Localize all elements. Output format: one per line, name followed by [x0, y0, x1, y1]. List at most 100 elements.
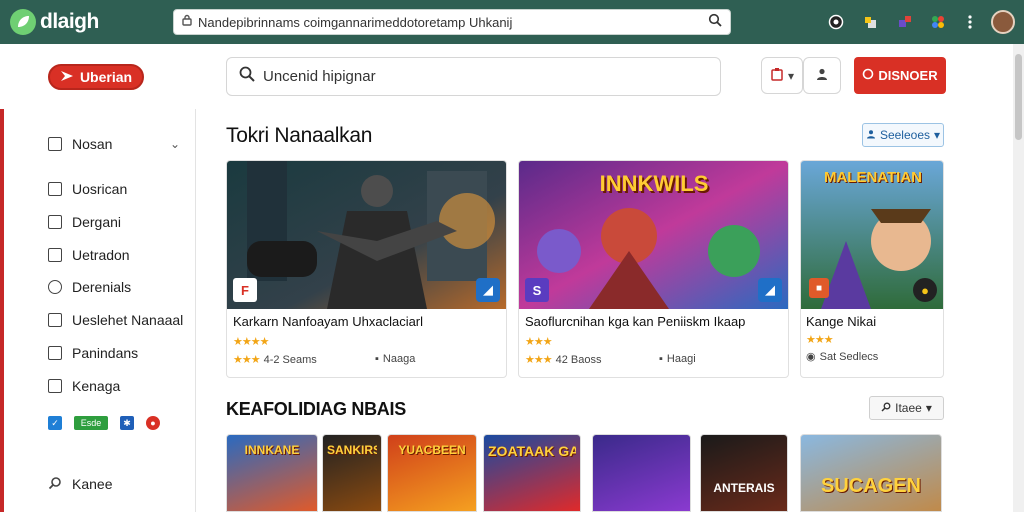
url-text: Nandepibrinnams coimgannarimeddotoretamp…: [198, 14, 513, 30]
user-icon: [815, 67, 829, 84]
sidebar-item-label: Nosan: [72, 136, 113, 152]
sidebar-accent: [0, 109, 4, 512]
sidebar-item-uetradon[interactable]: Uetradon: [48, 245, 130, 265]
section-title-featured: Tokri Nanaalkan: [226, 124, 373, 147]
tag-icon: ▪: [375, 353, 379, 365]
app-logo[interactable]: dlaigh: [10, 8, 100, 36]
search-icon: [239, 66, 255, 87]
book-icon: [48, 346, 62, 360]
search-icon: [48, 476, 62, 493]
chevron-down-icon[interactable]: ⌄: [170, 137, 180, 151]
chevron-down-icon: ▾: [787, 68, 795, 83]
avatar[interactable]: [991, 10, 1015, 34]
scrollbar[interactable]: [1013, 44, 1024, 512]
card-title: Saoflurcnihan kga kan Peniiskm Ikaap: [525, 314, 746, 329]
game-card[interactable]: MALENATIAN ■ ● Kange Nikai ★★★ ◉ Sat Sed…: [800, 160, 944, 378]
circle-icon: [862, 68, 874, 83]
play-icon: [60, 69, 74, 85]
rating-stars-icon: ★★★: [233, 354, 261, 366]
star-icon[interactable]: ✱: [120, 416, 134, 430]
game-logo-text: INNKWILS: [599, 171, 709, 196]
search-icon[interactable]: [708, 13, 722, 32]
logo-text: dlaigh: [40, 10, 99, 33]
cart-dropdown-button[interactable]: ▾: [761, 57, 803, 94]
folder-icon: [48, 182, 62, 196]
cart-icon: [770, 67, 784, 84]
card-title: Karkarn Nanfoayam Uhxaclaciarl: [233, 314, 424, 329]
twitter-icon[interactable]: ✓: [48, 416, 62, 430]
sidebar-item-panindans[interactable]: Panindans: [48, 343, 138, 363]
puzzle-icon[interactable]: [895, 12, 915, 32]
sidebar-item-dergani[interactable]: Dergani: [48, 212, 121, 232]
settings-icon: [48, 280, 62, 294]
store-badge[interactable]: Esde: [74, 416, 108, 430]
quick-links: ✓ Esde ✱ ●: [48, 416, 160, 430]
sidebar-item-label: Kanee: [72, 476, 113, 492]
chevron-down-icon: ▾: [925, 401, 932, 415]
sidebar-item-derenials[interactable]: Derenials: [48, 277, 131, 297]
menu-icon[interactable]: [960, 12, 980, 32]
game-tile[interactable]: INNKANE: [226, 434, 318, 512]
card-tag: ▪ Haagi: [659, 353, 696, 365]
search-value: Uncenid hipignar: [263, 68, 376, 85]
brand-label: Uberian: [79, 69, 133, 85]
account-button[interactable]: [803, 57, 841, 94]
game-tile[interactable]: YUACBEEN: [387, 434, 477, 512]
target-icon[interactable]: ●: [146, 416, 160, 430]
search-input[interactable]: Uncenid hipignar: [226, 57, 721, 96]
sidebar-item-ueslehet[interactable]: Ueslehet Nanaaal: [48, 310, 183, 330]
inbox-icon: [48, 137, 62, 151]
card-rating: ★★★: [806, 333, 834, 346]
game-tile[interactable]: SANKIRS: [322, 434, 382, 512]
publisher-logo-icon: ■: [809, 278, 829, 298]
grid-icon: [48, 313, 62, 327]
sidebar-item-kanee[interactable]: Kanee: [48, 474, 112, 494]
sidebar-item-uosrican[interactable]: Uosrican: [48, 179, 127, 199]
publisher-logo-icon: F: [233, 278, 257, 302]
colorwheel-icon[interactable]: [928, 12, 948, 32]
sidebar-item-label: Panindans: [72, 345, 139, 361]
game-card[interactable]: F ◢ Karkarn Nanfoayam Uhxaclaciarl ★★★★ …: [226, 160, 507, 378]
game-card[interactable]: INNKWILS S ◢ Saoflurcnihan kga kan Penii…: [518, 160, 789, 378]
sidebar-item-label: Derenials: [72, 279, 132, 295]
game-tile[interactable]: [592, 434, 691, 512]
game-tile[interactable]: ANTERAIS: [700, 434, 788, 512]
card-tag: ▪ Naaga: [375, 353, 416, 365]
tag-icon: ▪: [659, 353, 663, 365]
user-icon: [866, 128, 876, 142]
card-reviews: ★★★ 4-2 Seams: [233, 353, 317, 367]
publisher-logo-icon: S: [525, 278, 549, 302]
rating-stars-icon: ★★★: [525, 354, 553, 366]
record-icon[interactable]: [826, 12, 846, 32]
card-rating: ★★★★: [233, 335, 269, 348]
platform-icon: ◢: [758, 278, 782, 302]
chevron-down-icon: ▾: [934, 128, 941, 142]
circle-icon: ◉: [806, 351, 816, 363]
platform-icon: ◢: [476, 278, 500, 302]
game-image: [227, 161, 506, 309]
brand-button[interactable]: Uberian: [48, 64, 144, 90]
sidebar-item-label: Uetradon: [72, 247, 130, 263]
sidebar-item-label: Ueslehet Nanaaal: [72, 312, 184, 328]
search-icon: [881, 401, 891, 415]
calendar-icon: [48, 215, 62, 229]
card-reviews: ★★★ 42 Baoss: [525, 353, 602, 367]
sidebar-item-label: Kenaga: [72, 378, 121, 394]
game-tile[interactable]: ZOATAAK GAME: [483, 434, 581, 512]
sidebar-item-kenaga[interactable]: Kenaga: [48, 376, 120, 396]
sidebar-item-label: Uosrican: [72, 181, 128, 197]
game-tile[interactable]: SUCAGEN: [800, 434, 942, 512]
recent-filter-dropdown[interactable]: Itaee ▾: [869, 396, 944, 420]
card-title: Kange Nikai: [806, 314, 877, 329]
sidebar-item-nosan[interactable]: Nosan: [48, 134, 112, 154]
featured-filter-dropdown[interactable]: Seeleoes ▾: [862, 123, 944, 147]
cta-label: DISNOER: [878, 68, 938, 83]
card-rating: ★★★: [525, 335, 553, 348]
rating-stars-icon: ★★★: [525, 336, 553, 348]
extension-icon[interactable]: [860, 12, 880, 32]
scroll-thumb[interactable]: [1015, 54, 1022, 140]
address-bar[interactable]: Nandepibrinnams coimgannarimeddotoretamp…: [173, 9, 731, 35]
rating-stars-icon: ★★★★: [233, 336, 269, 348]
cta-button[interactable]: DISNOER: [854, 57, 946, 94]
leaf-icon: [10, 9, 36, 35]
